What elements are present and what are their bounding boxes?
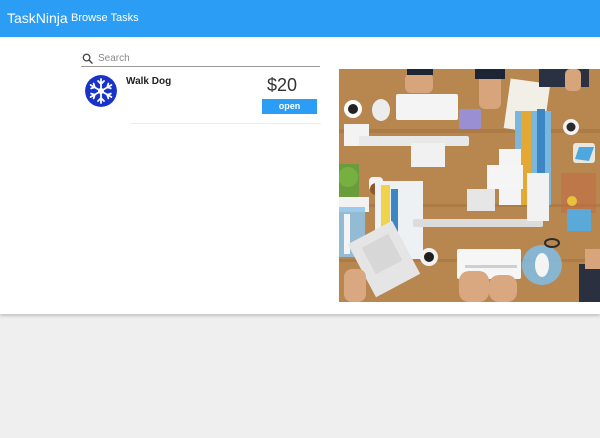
search-bar (81, 52, 320, 67)
snowflake-icon (85, 75, 117, 107)
office-desk-photo (339, 69, 600, 302)
search-input[interactable] (98, 52, 318, 65)
task-list-item[interactable]: Walk Dog $20 open (81, 72, 321, 124)
search-icon (82, 53, 93, 64)
status-open-button[interactable]: open (262, 99, 317, 114)
task-price: $20 (267, 75, 298, 95)
list-divider (131, 123, 321, 124)
task-title[interactable]: Walk Dog (126, 76, 171, 87)
browse-tasks-link[interactable]: Browse Tasks (71, 12, 139, 24)
top-navbar: TaskNinja Browse Tasks (0, 0, 600, 37)
brand-logo-text[interactable]: TaskNinja (7, 10, 68, 26)
